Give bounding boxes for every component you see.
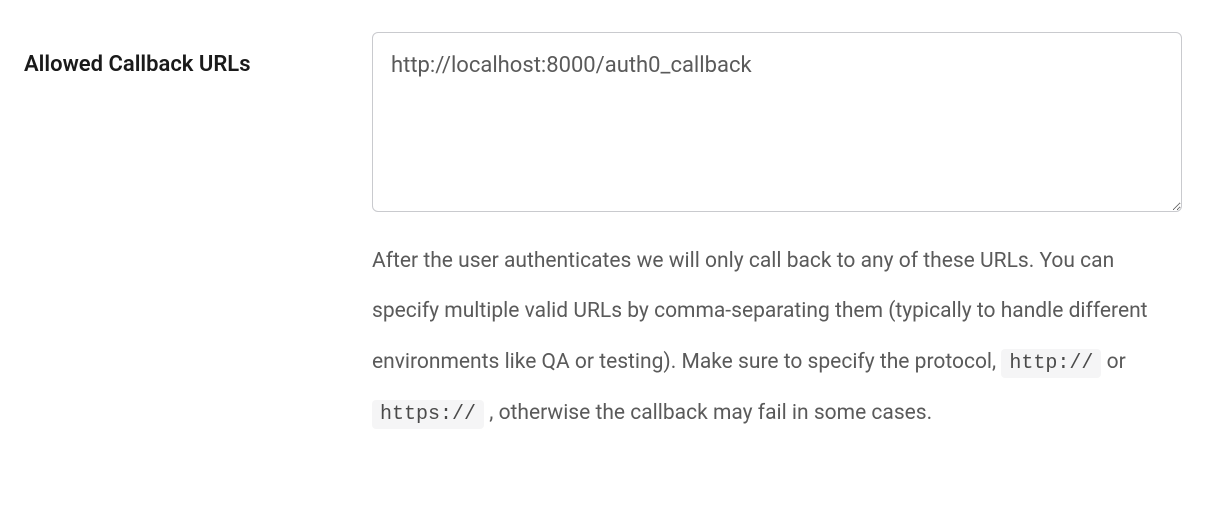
protocol-http-code: http:// xyxy=(1001,349,1101,378)
help-text-mid: or xyxy=(1107,350,1126,374)
field-content: After the user authenticates we will onl… xyxy=(372,32,1182,439)
callback-urls-input[interactable] xyxy=(372,32,1182,212)
help-text-suffix: , otherwise the callback may fail in som… xyxy=(489,401,932,425)
protocol-https-code: https:// xyxy=(372,400,484,429)
field-label: Allowed Callback URLs xyxy=(24,32,324,77)
help-text: After the user authenticates we will onl… xyxy=(372,236,1182,439)
allowed-callback-urls-field: Allowed Callback URLs After the user aut… xyxy=(24,32,1198,439)
